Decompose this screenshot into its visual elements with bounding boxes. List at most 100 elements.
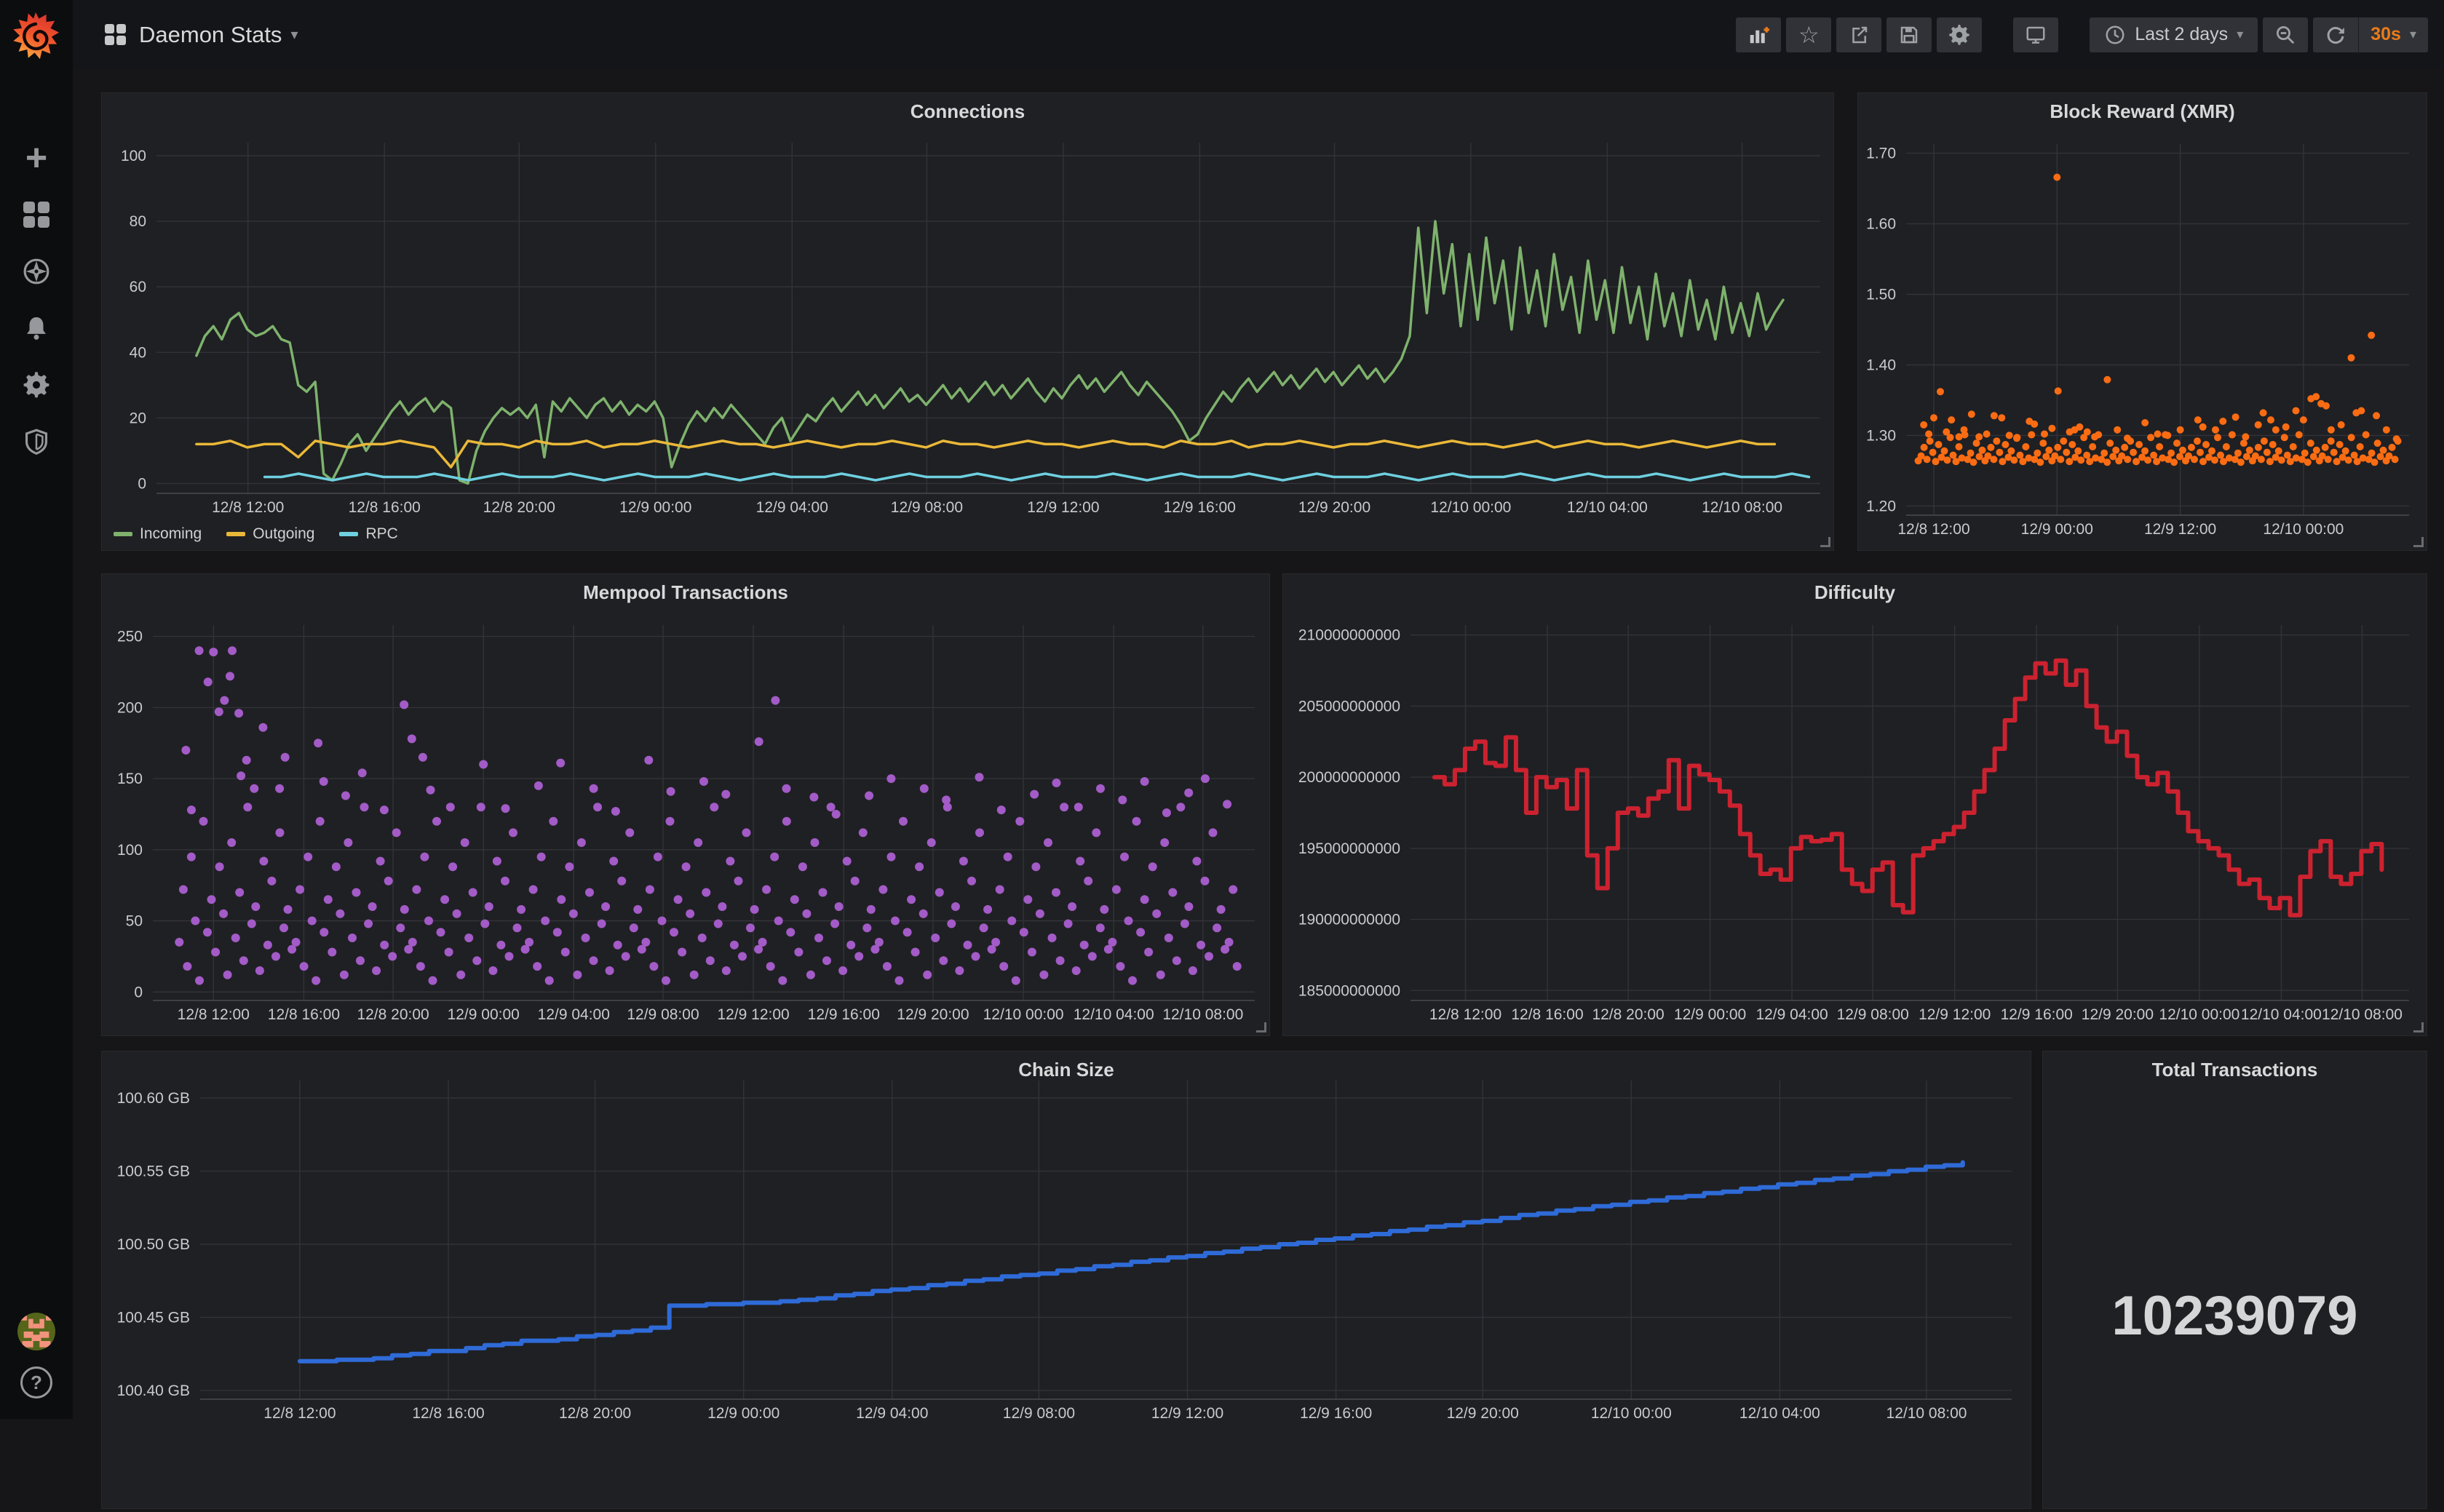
chain-size-chart[interactable]: 100.40 GB100.45 GB100.50 GB100.55 GB100.… xyxy=(102,1051,2031,1508)
monitor-icon xyxy=(2025,24,2047,46)
alerting-bell-icon[interactable] xyxy=(0,300,73,357)
svg-text:150: 150 xyxy=(117,771,143,787)
svg-text:12/8 16:00: 12/8 16:00 xyxy=(1511,1006,1583,1023)
star-button[interactable]: ☆ xyxy=(1786,17,1831,52)
panel-resize-handle[interactable] xyxy=(1820,537,1830,547)
refresh-button[interactable] xyxy=(2313,17,2358,52)
cycle-view-button[interactable] xyxy=(2013,17,2058,52)
grafana-logo[interactable] xyxy=(10,10,61,61)
svg-text:12/9 04:00: 12/9 04:00 xyxy=(538,1006,610,1023)
time-range-caret-icon: ▾ xyxy=(2237,27,2243,42)
svg-text:12/10 00:00: 12/10 00:00 xyxy=(1430,499,1511,516)
svg-text:12/9 12:00: 12/9 12:00 xyxy=(717,1006,789,1023)
add-panel-icon xyxy=(1747,24,1769,46)
svg-text:40: 40 xyxy=(130,344,146,361)
svg-text:12/10 08:00: 12/10 08:00 xyxy=(2322,1006,2403,1023)
connections-chart[interactable]: 02040608010012/8 12:0012/8 16:0012/8 20:… xyxy=(102,93,1833,550)
svg-text:190000000000: 190000000000 xyxy=(1298,912,1400,928)
svg-text:12/10 04:00: 12/10 04:00 xyxy=(1074,1006,1154,1023)
legend-item-rpc[interactable]: RPC xyxy=(339,525,397,543)
legend-swatch xyxy=(114,532,132,536)
svg-text:12/10 00:00: 12/10 00:00 xyxy=(983,1006,1064,1023)
svg-text:50: 50 xyxy=(126,913,143,930)
top-header: Daemon Stats ▾ ☆ xyxy=(73,0,2444,69)
svg-text:12/9 08:00: 12/9 08:00 xyxy=(1003,1405,1075,1422)
svg-text:12/9 08:00: 12/9 08:00 xyxy=(891,499,963,516)
panel-title[interactable]: Connections xyxy=(102,100,1833,123)
mempool-chart[interactable]: 05010015020025012/8 12:0012/8 16:0012/8 … xyxy=(102,574,1269,1035)
legend-swatch xyxy=(339,532,358,536)
svg-text:12/8 20:00: 12/8 20:00 xyxy=(483,499,555,516)
panel-resize-handle[interactable] xyxy=(2413,537,2424,547)
connections-legend: Incoming Outgoing RPC xyxy=(114,525,423,543)
svg-text:12/9 00:00: 12/9 00:00 xyxy=(707,1405,779,1422)
star-icon: ☆ xyxy=(1798,24,1820,46)
refresh-interval-button[interactable]: 30s ▾ xyxy=(2358,17,2428,52)
panel-title[interactable]: Total Transactions xyxy=(2043,1059,2427,1081)
difficulty-chart[interactable]: 1850000000001900000000001950000000002000… xyxy=(1283,574,2427,1035)
svg-text:12/10 04:00: 12/10 04:00 xyxy=(1567,499,1648,516)
panel-mempool: Mempool Transactions 05010015020025012/8… xyxy=(101,573,1270,1036)
svg-text:12/8 20:00: 12/8 20:00 xyxy=(1592,1006,1664,1023)
configuration-gear-icon[interactable] xyxy=(0,357,73,413)
svg-text:12/10 08:00: 12/10 08:00 xyxy=(1702,499,1782,516)
interval-caret-icon: ▾ xyxy=(2410,27,2416,42)
panel-title[interactable]: Difficulty xyxy=(1283,581,2427,604)
svg-text:1.60: 1.60 xyxy=(1866,216,1896,233)
panel-connections: Connections 02040608010012/8 12:0012/8 1… xyxy=(101,92,1834,551)
title-dropdown-caret-icon[interactable]: ▾ xyxy=(290,25,298,44)
svg-text:12/10 08:00: 12/10 08:00 xyxy=(1886,1405,1967,1422)
svg-text:12/9 16:00: 12/9 16:00 xyxy=(1300,1405,1372,1422)
zoom-out-button[interactable] xyxy=(2263,17,2308,52)
svg-text:12/10 00:00: 12/10 00:00 xyxy=(1591,1405,1672,1422)
svg-text:12/9 00:00: 12/9 00:00 xyxy=(1674,1006,1746,1023)
dashboard-title[interactable]: Daemon Stats xyxy=(139,22,282,48)
svg-text:12/9 08:00: 12/9 08:00 xyxy=(627,1006,699,1023)
panel-chain-size: Chain Size 100.40 GB100.45 GB100.50 GB10… xyxy=(101,1051,2031,1509)
legend-item-incoming[interactable]: Incoming xyxy=(114,525,202,543)
clock-icon xyxy=(2104,24,2126,46)
svg-text:200: 200 xyxy=(117,699,143,716)
svg-text:12/10 04:00: 12/10 04:00 xyxy=(1739,1405,1820,1422)
svg-text:12/9 00:00: 12/9 00:00 xyxy=(2021,521,2093,538)
share-button[interactable] xyxy=(1836,17,1881,52)
refresh-controls: 30s ▾ xyxy=(2313,17,2428,52)
sidebar: + xyxy=(0,0,73,1419)
block-reward-chart[interactable]: 1.201.301.401.501.601.7012/8 12:0012/9 0… xyxy=(1858,93,2427,550)
svg-text:12/9 20:00: 12/9 20:00 xyxy=(2082,1006,2154,1023)
svg-text:100.45 GB: 100.45 GB xyxy=(117,1310,190,1326)
help-icon[interactable]: ? xyxy=(20,1366,52,1398)
panel-title[interactable]: Mempool Transactions xyxy=(102,581,1269,604)
svg-text:12/9 04:00: 12/9 04:00 xyxy=(756,499,828,516)
panel-settings-button[interactable] xyxy=(1937,17,1982,52)
user-avatar[interactable] xyxy=(17,1313,55,1350)
svg-text:0: 0 xyxy=(138,476,146,493)
svg-text:0: 0 xyxy=(134,984,143,1000)
dashboards-icon[interactable] xyxy=(0,186,73,243)
time-range-picker[interactable]: Last 2 days ▾ xyxy=(2090,17,2258,52)
svg-text:205000000000: 205000000000 xyxy=(1298,698,1400,715)
panel-resize-handle[interactable] xyxy=(2413,1022,2424,1032)
svg-text:12/8 12:00: 12/8 12:00 xyxy=(263,1405,336,1422)
panel-title[interactable]: Chain Size xyxy=(102,1059,2031,1081)
panel-difficulty: Difficulty 18500000000019000000000019500… xyxy=(1282,573,2427,1036)
svg-text:100.60 GB: 100.60 GB xyxy=(117,1090,190,1107)
svg-text:100: 100 xyxy=(121,148,146,164)
svg-text:250: 250 xyxy=(117,629,143,645)
refresh-icon xyxy=(2325,24,2346,46)
svg-text:185000000000: 185000000000 xyxy=(1298,982,1400,999)
server-admin-shield-icon[interactable] xyxy=(0,413,73,470)
panel-title[interactable]: Block Reward (XMR) xyxy=(1858,100,2427,123)
legend-item-outgoing[interactable]: Outgoing xyxy=(226,525,314,543)
save-button[interactable] xyxy=(1886,17,1932,52)
gear-icon xyxy=(1948,24,1970,46)
dashboard-grid-icon[interactable] xyxy=(105,24,126,45)
create-icon[interactable]: + xyxy=(0,130,73,186)
explore-compass-icon[interactable] xyxy=(0,243,73,300)
add-panel-button[interactable] xyxy=(1736,17,1781,52)
svg-text:100.55 GB: 100.55 GB xyxy=(117,1163,190,1180)
panel-block-reward: Block Reward (XMR) 1.201.301.401.501.601… xyxy=(1857,92,2427,551)
zoom-out-icon xyxy=(2274,24,2296,46)
svg-text:12/8 16:00: 12/8 16:00 xyxy=(268,1006,340,1023)
panel-resize-handle[interactable] xyxy=(1256,1022,1266,1032)
